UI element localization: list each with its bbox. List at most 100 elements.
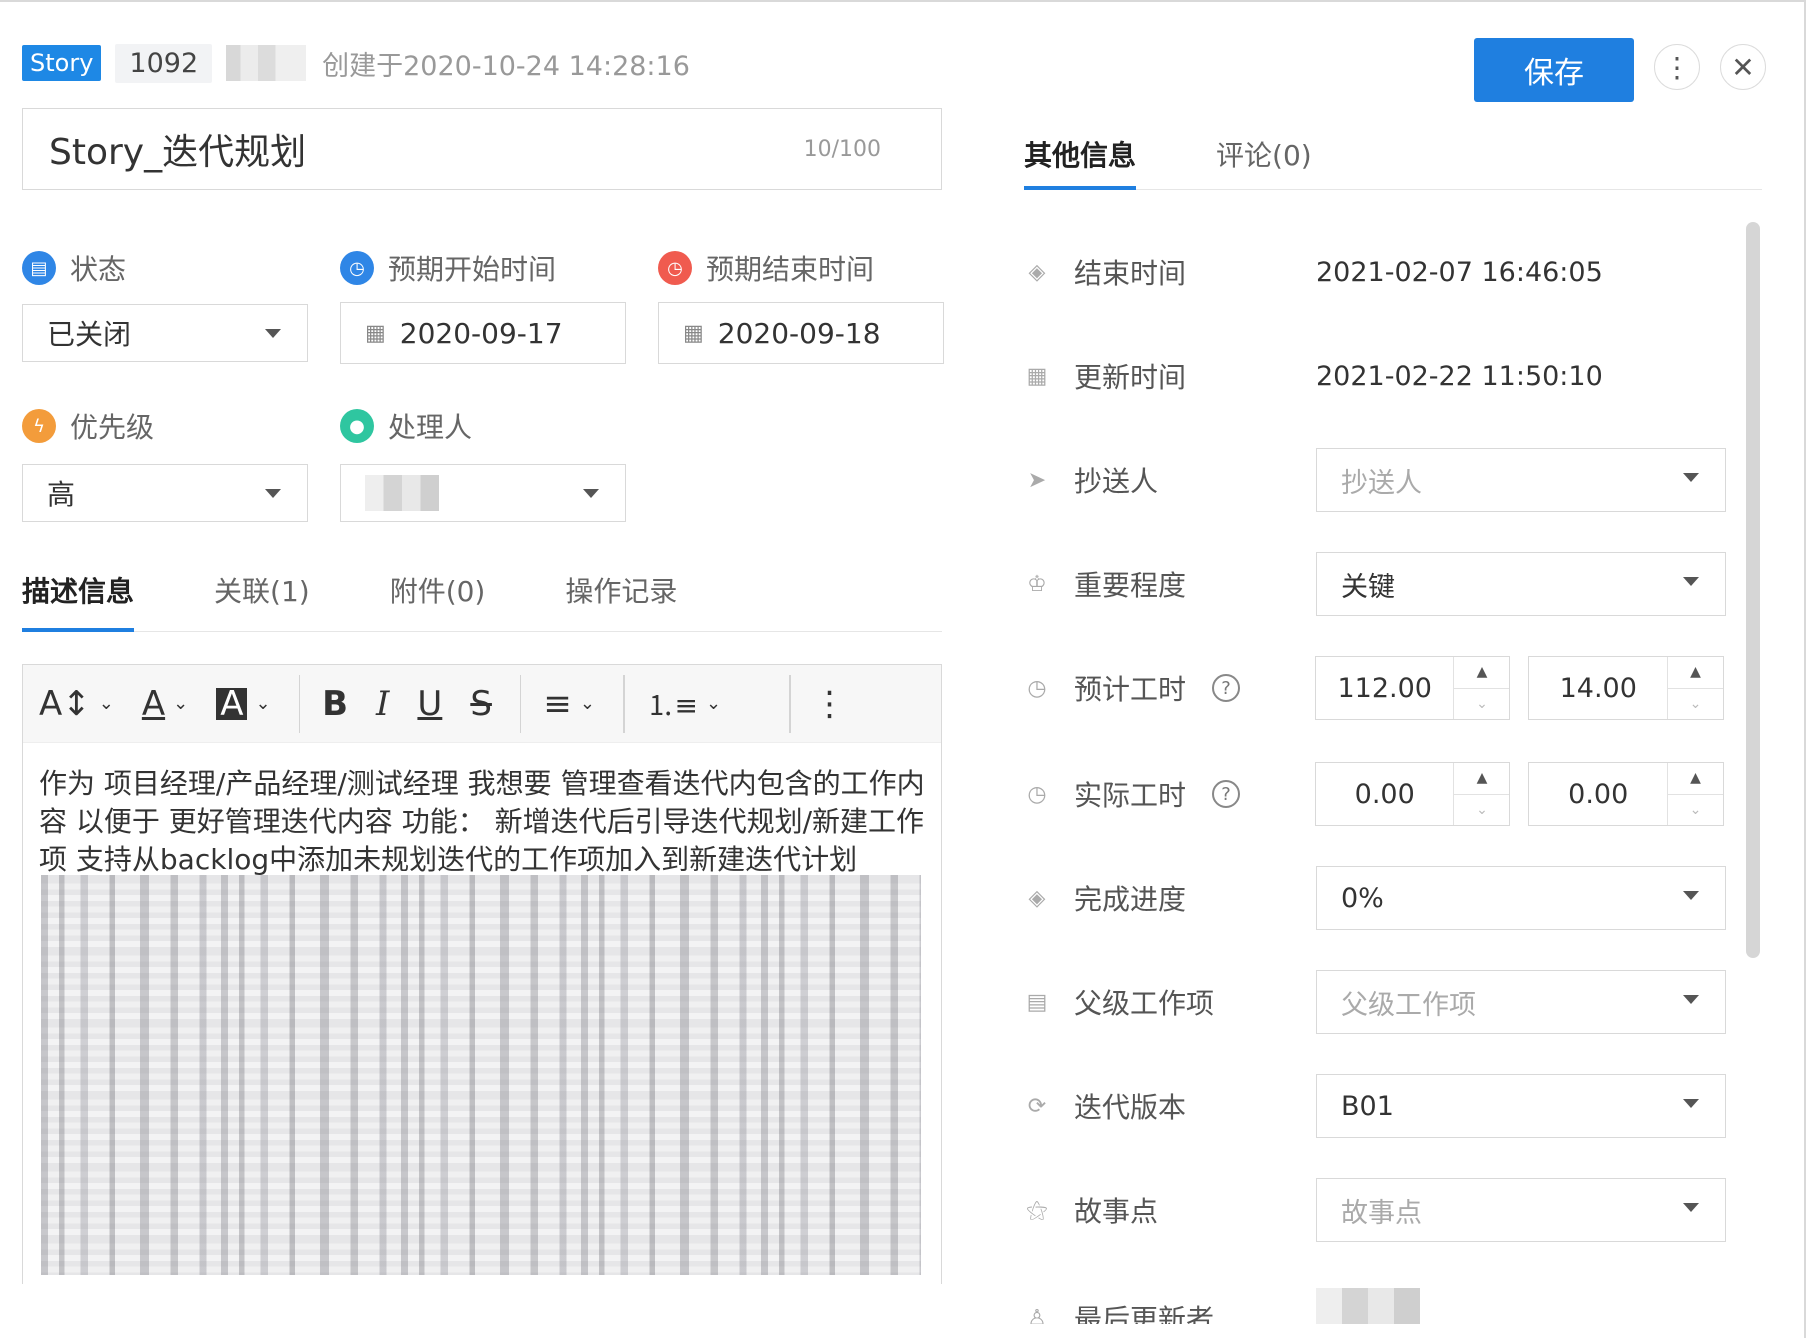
caret-down-icon	[265, 489, 281, 498]
parent-row: ▤ 父级工作项 父级工作项	[1022, 970, 1742, 1034]
step-down-icon[interactable]: ⌄	[1668, 793, 1723, 826]
parent-select[interactable]: 父级工作项	[1316, 970, 1726, 1034]
end-time-label: ◷ 预期结束时间	[658, 248, 874, 288]
story-points-label: 故事点	[1074, 1195, 1159, 1228]
status-icon: ▤	[22, 251, 56, 285]
bold-icon[interactable]: B	[322, 684, 348, 724]
title-counter: 10/100	[803, 136, 881, 162]
underline-icon[interactable]: U	[417, 684, 442, 724]
estimate-hours-value: 112.00	[1337, 672, 1432, 704]
step-down-icon[interactable]: ⌄	[1668, 687, 1723, 720]
iteration-value: B01	[1341, 1090, 1394, 1122]
stepper: ▲ ⌄	[1453, 657, 1510, 720]
cc-select[interactable]: 抄送人	[1316, 448, 1726, 512]
start-time-label: ◷ 预期开始时间	[340, 248, 556, 288]
help-icon[interactable]: ?	[1212, 674, 1241, 702]
toolbar-divider	[519, 674, 522, 733]
italic-icon[interactable]: I	[376, 684, 389, 724]
caret-down-icon	[583, 489, 599, 498]
send-icon: ➤	[1027, 467, 1047, 493]
step-up-icon[interactable]: ▲	[1668, 763, 1723, 794]
help-icon[interactable]: ?	[1212, 780, 1241, 808]
status-select[interactable]: 已关闭	[22, 304, 308, 362]
font-size-icon[interactable]: A↕ ⌄	[39, 684, 114, 724]
align-icon[interactable]: ≡ ⌄	[543, 684, 595, 724]
progress-label: 完成进度	[1074, 883, 1187, 916]
tag-icon: ◈	[1028, 259, 1046, 285]
tab-relations[interactable]: 关联(1)	[214, 566, 310, 631]
end-date-picker[interactable]: ▦ 2020-09-18	[658, 302, 944, 364]
calendar-icon: ▦	[683, 320, 704, 346]
trophy-icon: ♔	[1027, 571, 1047, 597]
parent-placeholder: 父级工作项	[1341, 989, 1476, 1021]
title-text: Story_迭代规划	[49, 132, 307, 173]
caret-down-icon	[1683, 473, 1699, 482]
side-tabs: 其他信息 评论(0)	[1024, 112, 1762, 190]
title-input[interactable]: Story_迭代规划 10/100	[22, 108, 942, 190]
priority-label: ϟ 优先级	[22, 406, 154, 446]
status-label: ▤ 状态	[22, 248, 126, 288]
more-vertical-icon[interactable]: ⋮	[1654, 44, 1700, 90]
actual-extra-input[interactable]: 0.00 ▲ ⌄	[1528, 762, 1724, 826]
estimate-extra-input[interactable]: 14.00 ▲ ⌄	[1528, 656, 1724, 720]
ordered-list-icon[interactable]: ⒈≡ ⌄	[647, 684, 722, 724]
clipboard-icon: ▤	[1026, 989, 1048, 1015]
last-updater-label: 最后更新者	[1074, 1303, 1215, 1324]
alarm-icon: ◷	[658, 251, 692, 285]
iteration-select[interactable]: B01	[1316, 1074, 1726, 1138]
estimate-row: ◷ 预计工时? 112.00 ▲ ⌄ 14.00 ▲ ⌄	[1022, 656, 1742, 720]
step-up-icon[interactable]: ▲	[1668, 657, 1723, 688]
creator-avatar	[226, 45, 307, 81]
clock-icon: ◷	[340, 251, 374, 285]
tab-attachments[interactable]: 附件(0)	[390, 566, 486, 631]
assignee-select[interactable]	[340, 464, 626, 522]
highlight-color-icon[interactable]: A ⌄	[216, 687, 271, 721]
estimate-extra-value: 14.00	[1559, 672, 1637, 704]
progress-select[interactable]: 0%	[1316, 866, 1726, 930]
tab-history[interactable]: 操作记录	[565, 566, 677, 631]
stepper: ▲ ⌄	[1453, 763, 1510, 826]
close-icon[interactable]: ✕	[1720, 44, 1766, 90]
actual-hours-input[interactable]: 0.00 ▲ ⌄	[1314, 762, 1511, 826]
step-down-icon[interactable]: ⌄	[1454, 793, 1510, 826]
toolbar-divider	[623, 674, 625, 733]
estimate-hours-input[interactable]: 112.00 ▲ ⌄	[1314, 656, 1511, 720]
caret-down-icon	[1683, 995, 1699, 1004]
actual-extra-value: 0.00	[1568, 778, 1629, 810]
start-time-label-text: 预期开始时间	[388, 253, 557, 286]
step-up-icon[interactable]: ▲	[1454, 763, 1509, 794]
tab-other-info[interactable]: 其他信息	[1024, 112, 1137, 190]
story-points-select[interactable]: 故事点	[1316, 1178, 1726, 1242]
lightning-icon: ϟ	[22, 409, 56, 443]
toolbar-divider	[789, 674, 791, 733]
update-time-label: 更新时间	[1074, 361, 1187, 394]
step-up-icon[interactable]: ▲	[1454, 657, 1509, 688]
start-date-picker[interactable]: ▦ 2020-09-17	[340, 302, 626, 364]
priority-value: 高	[47, 478, 76, 511]
end-time-row: ◈ 结束时间 2021-02-07 16:46:05	[1022, 240, 1742, 304]
story-points-row: ⚝ 故事点 故事点	[1022, 1178, 1742, 1242]
more-options-icon[interactable]: ⋮	[813, 684, 847, 724]
priority-select[interactable]: 高	[22, 464, 308, 522]
actual-label: 实际工时	[1074, 779, 1187, 812]
estimate-label: 预计工时	[1074, 673, 1187, 706]
font-color-icon[interactable]: A ⌄	[142, 684, 188, 724]
start-date-value: 2020-09-17	[399, 316, 563, 350]
cc-row: ➤ 抄送人 抄送人	[1022, 448, 1742, 512]
side-scrollbar[interactable]	[1746, 222, 1760, 958]
tab-comments[interactable]: 评论(0)	[1216, 112, 1312, 189]
end-time-value: 2021-02-07 16:46:05	[1316, 256, 1603, 288]
tab-description[interactable]: 描述信息	[22, 566, 135, 632]
importance-value: 关键	[1341, 571, 1395, 603]
parent-label: 父级工作项	[1074, 987, 1215, 1020]
iteration-row: ⟳ 迭代版本 B01	[1022, 1074, 1742, 1138]
created-time: 创建于2020-10-24 14:28:16	[322, 50, 690, 82]
strikethrough-icon[interactable]: S	[470, 684, 492, 724]
redacted-image	[41, 875, 921, 1275]
status-label-text: 状态	[70, 253, 127, 286]
user-icon: ●	[340, 409, 374, 443]
step-down-icon[interactable]: ⌄	[1454, 687, 1510, 720]
end-date-value: 2020-09-18	[717, 316, 881, 350]
save-button[interactable]: 保存	[1474, 38, 1634, 102]
importance-select[interactable]: 关键	[1316, 552, 1726, 616]
